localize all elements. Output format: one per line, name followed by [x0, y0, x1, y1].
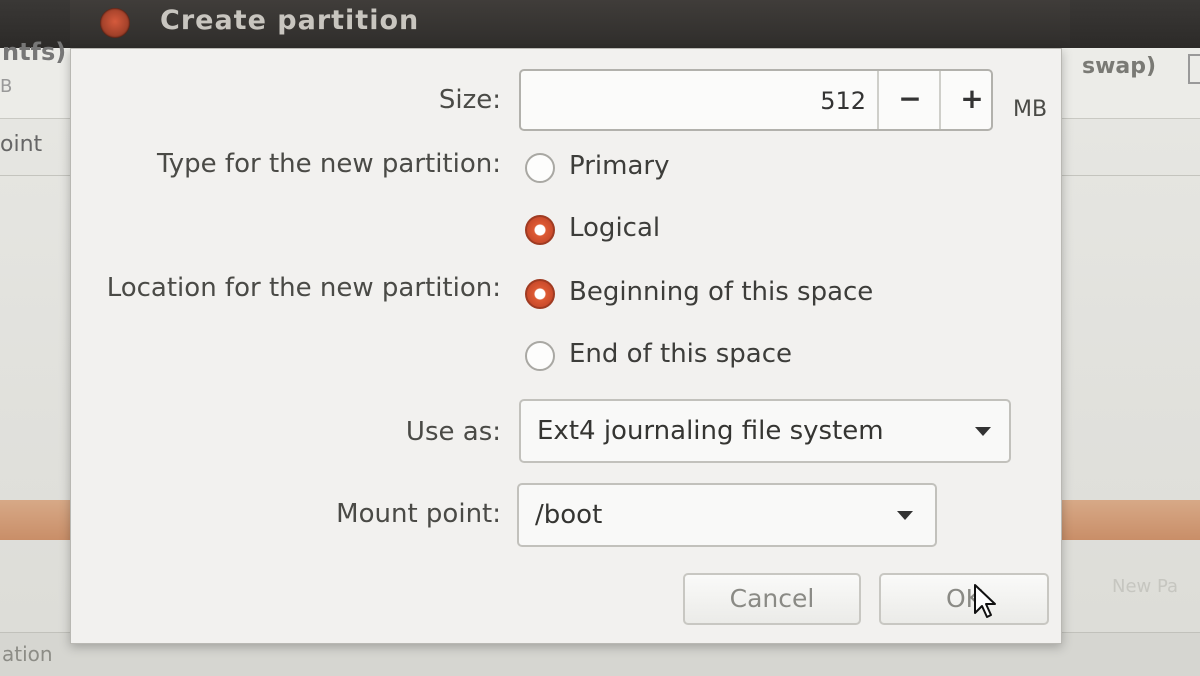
mount-point-value[interactable]: /boot [535, 500, 602, 530]
size-unit: MB [1013, 97, 1048, 122]
partition-label-swap: swap) [1082, 54, 1157, 79]
new-partition-table-button[interactable]: New Pa [1112, 576, 1178, 597]
logical-radio[interactable] [525, 215, 555, 245]
logical-radio-label[interactable]: Logical [569, 213, 660, 243]
close-icon[interactable] [100, 8, 130, 38]
size-spinbox[interactable]: 512 − + [519, 69, 993, 131]
decrement-button[interactable]: − [877, 71, 941, 129]
column-header-mount-point: oint [0, 132, 43, 157]
partition-location-label: Location for the new partition: [106, 273, 501, 303]
primary-radio[interactable] [525, 153, 555, 183]
chevron-down-icon[interactable] [897, 511, 913, 520]
bootloader-location-label: ation [2, 642, 53, 666]
dialog-titlebar[interactable]: Create partition [70, 0, 1070, 48]
use-as-dropdown[interactable]: Ext4 journaling file system [519, 399, 1011, 463]
partition-label-ntfs: ntfs) [2, 38, 67, 66]
mouse-pointer-icon [974, 584, 996, 618]
partition-size-fragment: B [0, 76, 13, 97]
dialog-title: Create partition [160, 5, 420, 36]
mount-point-label: Mount point: [336, 499, 501, 529]
size-input[interactable]: 512 [521, 87, 866, 115]
increment-button[interactable]: + [939, 71, 1003, 129]
swap-color-swatch [1188, 54, 1200, 84]
use-as-label: Use as: [405, 417, 501, 447]
beginning-radio[interactable] [525, 279, 555, 309]
chevron-down-icon [975, 427, 991, 436]
end-radio[interactable] [525, 341, 555, 371]
ok-button[interactable]: OK [879, 573, 1049, 625]
beginning-radio-label[interactable]: Beginning of this space [569, 277, 873, 307]
partition-type-label: Type for the new partition: [156, 149, 501, 179]
mount-point-combobox[interactable]: /boot [517, 483, 937, 547]
end-radio-label[interactable]: End of this space [569, 339, 792, 369]
primary-radio-label[interactable]: Primary [569, 151, 669, 181]
use-as-value: Ext4 journaling file system [537, 416, 884, 446]
size-label: Size: [438, 85, 501, 115]
cancel-button[interactable]: Cancel [683, 573, 861, 625]
create-partition-dialog: Size: 512 − + MB Type for the new partit… [70, 48, 1062, 644]
